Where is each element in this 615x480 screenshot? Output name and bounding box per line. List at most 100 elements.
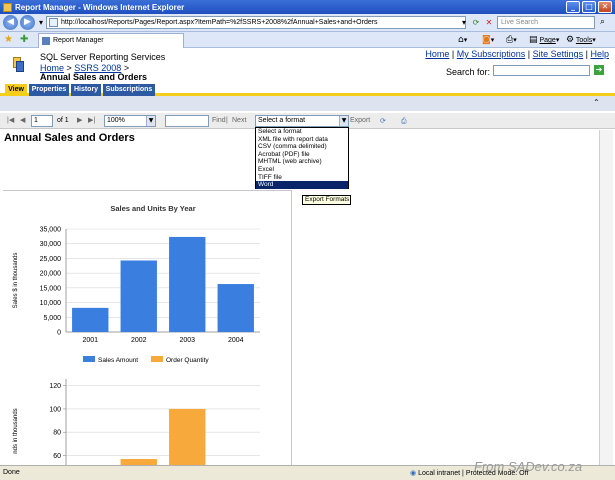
- y-tick-label: 120: [49, 383, 61, 390]
- tools-menu[interactable]: ⚙ Tools▾: [566, 34, 596, 47]
- format-option[interactable]: Acrobat (PDF) file: [256, 151, 348, 159]
- find-separator: |: [226, 117, 228, 124]
- forward-button[interactable]: ▶: [20, 15, 35, 30]
- collapse-header-icon[interactable]: ⌃: [593, 98, 600, 107]
- page-menu[interactable]: ▤ Page▾: [529, 34, 559, 47]
- find-link[interactable]: Find: [212, 115, 226, 127]
- window-title: Report Manager - Windows Internet Explor…: [15, 2, 185, 12]
- tab-properties[interactable]: Properties: [29, 84, 69, 96]
- y-tick-label: 60: [53, 453, 61, 460]
- page-icon: [49, 18, 58, 27]
- address-bar: ◀ ▶ ▾ http://localhost/Reports/Pages/Rep…: [0, 14, 615, 32]
- tab-command-bar: ★ ✚ Report Manager ⌂▾ ◙▾ ⎙▾ ▤ Page▾ ⚙ To…: [0, 32, 615, 48]
- live-search-input[interactable]: Live Search: [497, 16, 595, 29]
- export-link[interactable]: Export: [350, 115, 370, 127]
- format-option[interactable]: Word: [256, 181, 348, 189]
- tab-favicon: [42, 37, 50, 45]
- report-title: Annual Sales and Orders: [4, 132, 135, 144]
- find-next-link[interactable]: Next: [232, 115, 246, 127]
- x-tick-label: 2004: [228, 337, 244, 344]
- home-icon[interactable]: ⌂▾: [458, 34, 467, 47]
- my-subscriptions-link[interactable]: My Subscriptions: [457, 49, 526, 59]
- y-tick-label: 25,000: [40, 256, 62, 263]
- format-option[interactable]: Excel: [256, 166, 348, 174]
- page-count-label: of 1: [57, 117, 69, 124]
- y-tick-label: 0: [57, 330, 61, 337]
- back-button[interactable]: ◀: [3, 15, 18, 30]
- tab-subscriptions[interactable]: Subscriptions: [103, 84, 155, 96]
- x-tick-label: 2001: [82, 337, 98, 344]
- refresh-icon[interactable]: ⟳: [471, 17, 481, 28]
- chart-title: Sales and Units By Year: [110, 204, 195, 213]
- print-report-icon[interactable]: ⎙: [401, 115, 407, 127]
- history-dropdown-icon[interactable]: ▾: [36, 17, 46, 28]
- tab-history[interactable]: History: [71, 84, 101, 96]
- last-page-icon[interactable]: ▶|: [88, 115, 95, 127]
- favorites-star-icon[interactable]: ★: [4, 34, 13, 45]
- print-icon[interactable]: ⎙▾: [506, 34, 517, 47]
- format-option[interactable]: XML file with report data: [256, 136, 348, 144]
- tab-title: Report Manager: [53, 37, 104, 44]
- report-search-input[interactable]: [493, 65, 590, 76]
- export-formats-tooltip: Export Formats: [302, 195, 351, 205]
- legend-label-orders: Order Quantity: [166, 357, 209, 364]
- orders-bar: [169, 408, 206, 466]
- y-tick-label: 80: [53, 430, 61, 437]
- zoom-dropdown-arrow-icon[interactable]: ▼: [146, 116, 155, 126]
- tab-view[interactable]: View: [5, 84, 27, 96]
- watermark-text: From SADev.co.za: [474, 459, 583, 474]
- home-link[interactable]: Home: [425, 49, 449, 59]
- sales-bar: [72, 307, 109, 332]
- header-strip: ⌃: [0, 96, 615, 111]
- report-tabs: View Properties History Subscriptions: [0, 84, 615, 96]
- y-tick-label: 10,000: [40, 300, 62, 307]
- format-option[interactable]: CSV (comma delimited): [256, 143, 348, 151]
- search-go-icon[interactable]: ➔: [594, 65, 604, 75]
- charts-svg: Sales and Units By Year 0 5,000 10,000 15,00…: [13, 204, 260, 466]
- vertical-scrollbar[interactable]: [599, 130, 613, 465]
- format-option[interactable]: Select a format: [256, 128, 348, 136]
- refresh-report-icon[interactable]: ⟳: [380, 115, 386, 127]
- site-settings-link[interactable]: Site Settings: [533, 49, 584, 59]
- reports-logo-icon: [13, 57, 25, 73]
- browser-tab-report-manager[interactable]: Report Manager: [38, 33, 184, 48]
- stop-icon[interactable]: ✕: [484, 17, 494, 28]
- x-tick-label: 2002: [131, 337, 147, 344]
- next-page-icon[interactable]: ▶: [77, 115, 82, 127]
- url-field[interactable]: http://localhost/Reports/Pages/Report.as…: [46, 16, 466, 29]
- legend-swatch-orders: [151, 356, 163, 362]
- export-format-select[interactable]: Select a format ▼: [255, 115, 349, 127]
- previous-page-icon[interactable]: ◀: [20, 115, 25, 127]
- ie-app-icon: [3, 2, 12, 12]
- y-tick-label: 100: [49, 406, 61, 413]
- minimize-button[interactable]: _: [566, 1, 580, 13]
- top-links: Home | My Subscriptions | Site Settings …: [425, 49, 609, 59]
- page-number-input[interactable]: 1: [31, 115, 53, 127]
- search-icon[interactable]: ⌕: [596, 16, 609, 29]
- search-label: Search for:: [446, 67, 491, 77]
- app-title: SQL Server Reporting Services: [40, 52, 166, 62]
- y-tick-label: 30,000: [40, 241, 62, 248]
- sales-bar: [169, 236, 206, 332]
- format-option[interactable]: TIFF file: [256, 174, 348, 182]
- format-option[interactable]: MHTML (web archive): [256, 158, 348, 166]
- window-title-bar: Report Manager - Windows Internet Explor…: [0, 0, 615, 14]
- url-text: http://localhost/Reports/Pages/Report.as…: [61, 19, 378, 26]
- format-dropdown-list[interactable]: Select a format XML file with report data…: [255, 127, 349, 189]
- page-title: Annual Sales and Orders: [40, 72, 148, 82]
- add-favorites-icon[interactable]: ✚: [20, 34, 28, 45]
- y-tick-label: 15,000: [40, 285, 62, 292]
- first-page-icon[interactable]: |◀: [7, 115, 14, 127]
- help-link[interactable]: Help: [590, 49, 609, 59]
- y-tick-label: 20,000: [40, 271, 62, 278]
- format-dropdown-arrow-icon[interactable]: ▼: [339, 116, 348, 126]
- x-tick-label: 2003: [179, 337, 195, 344]
- legend-swatch-sales: [83, 356, 95, 362]
- url-dropdown-icon[interactable]: ▾: [459, 17, 469, 28]
- find-text-input[interactable]: [165, 115, 209, 127]
- zoom-select[interactable]: 100% ▼: [104, 115, 156, 127]
- feeds-icon[interactable]: ◙▾: [482, 34, 494, 47]
- maximize-button[interactable]: □: [582, 1, 596, 13]
- report-manager-header: SQL Server Reporting Services Home > SSR…: [0, 48, 615, 84]
- close-window-button[interactable]: ✕: [598, 1, 612, 13]
